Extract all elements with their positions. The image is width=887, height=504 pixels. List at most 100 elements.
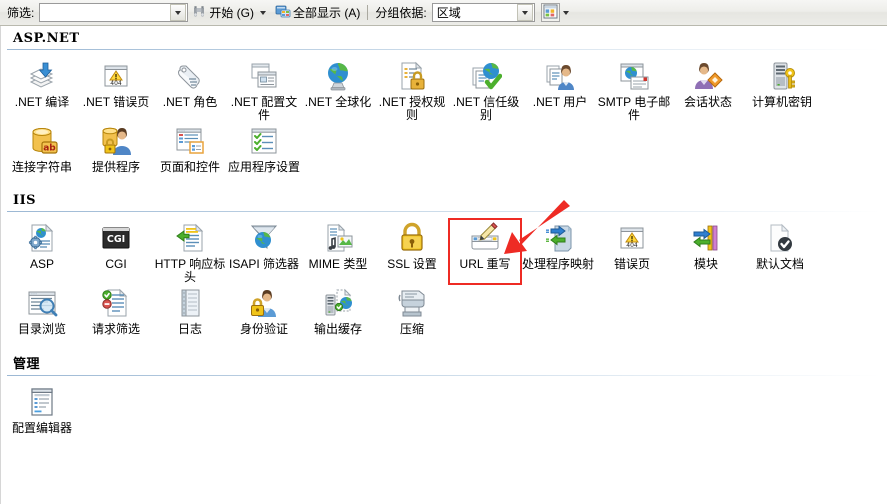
group-by-value[interactable]: 区域 bbox=[433, 4, 517, 21]
tile-label: 提供程序 bbox=[91, 160, 140, 174]
net-trust-levels-icon bbox=[469, 59, 503, 93]
error-pages-icon: 404 bbox=[615, 221, 649, 255]
group-by-combo[interactable]: 区域 bbox=[431, 3, 535, 22]
tile-authentication[interactable]: 身份验证 bbox=[227, 284, 301, 336]
tile-net-authorization-rules[interactable]: .NET 授权规则 bbox=[375, 57, 449, 122]
tile-net-globalization[interactable]: .NET 全球化 bbox=[301, 57, 375, 122]
connection-strings-icon: ab bbox=[25, 124, 59, 158]
tile-label: 连接字符串 bbox=[11, 160, 72, 174]
group-iis-title: IIS bbox=[13, 193, 37, 208]
tile-label: 压缩 bbox=[399, 322, 424, 336]
tile-compression[interactable]: 压缩 bbox=[375, 284, 449, 336]
tile-net-users[interactable]: .NET 用户 bbox=[523, 57, 597, 122]
svg-text:ab: ab bbox=[43, 144, 56, 154]
go-button[interactable]: 开始 (G) bbox=[188, 3, 257, 23]
tile-http-response-headers[interactable]: HTTP 响应标头 bbox=[153, 219, 227, 284]
ssl-settings-icon bbox=[395, 221, 429, 255]
tile-label: .NET 用户 bbox=[532, 95, 588, 109]
tile-error-pages[interactable]: 404 错误页 bbox=[595, 219, 669, 284]
net-users-icon bbox=[543, 59, 577, 93]
group-by-dropdown-button[interactable] bbox=[516, 4, 533, 21]
go-split-dropdown[interactable] bbox=[257, 10, 272, 15]
machine-key-icon bbox=[765, 59, 799, 93]
handler-mappings-icon bbox=[541, 221, 575, 255]
tile-pages-and-controls[interactable]: 页面和控件 bbox=[153, 122, 227, 174]
tile-label: .NET 配置文件 bbox=[230, 95, 298, 122]
configuration-editor-icon bbox=[25, 385, 59, 419]
tile-url-rewrite[interactable]: URL 重写 bbox=[448, 218, 522, 285]
group-aspnet-tiles: .NET 编译 404 .NET 错误页 .NET 角色 .NET 配置文件 .… bbox=[1, 50, 887, 178]
net-authorization-rules-icon bbox=[395, 59, 429, 93]
view-mode-dropdown[interactable] bbox=[560, 10, 575, 15]
chevron-down-icon bbox=[260, 10, 267, 15]
group-aspnet: ASP.NET .NET 编译 404 .NET 错误页 .NET 角色 .NE… bbox=[1, 26, 887, 178]
tile-mime-types[interactable]: MIME 类型 bbox=[301, 219, 375, 284]
tile-label: CGI bbox=[105, 257, 127, 271]
tile-label: 处理程序映射 bbox=[521, 257, 594, 271]
tile-label: .NET 信任级别 bbox=[452, 95, 520, 122]
tile-net-trust-levels[interactable]: .NET 信任级别 bbox=[449, 57, 523, 122]
providers-icon bbox=[99, 124, 133, 158]
tile-label: SSL 设置 bbox=[387, 257, 437, 271]
binoculars-icon bbox=[191, 3, 207, 22]
tile-label: 目录浏览 bbox=[17, 322, 66, 336]
tile-label: 配置编辑器 bbox=[11, 421, 72, 435]
tile-net-error-pages[interactable]: 404 .NET 错误页 bbox=[79, 57, 153, 122]
tile-connection-strings[interactable]: ab 连接字符串 bbox=[5, 122, 79, 174]
tile-smtp-email[interactable]: SMTP 电子邮件 bbox=[597, 57, 671, 122]
tile-output-caching[interactable]: 输出缓存 bbox=[301, 284, 375, 336]
tile-label: 身份验证 bbox=[239, 322, 288, 336]
group-management: 管理 配置编辑器 bbox=[1, 348, 887, 439]
tile-label: .NET 全球化 bbox=[304, 95, 372, 109]
show-all-button[interactable]: 全部显示 (A) bbox=[272, 3, 363, 23]
tile-default-document[interactable]: 默认文档 bbox=[743, 219, 817, 284]
tile-modules[interactable]: 模块 bbox=[669, 219, 743, 284]
tile-cgi[interactable]: CGI CGI bbox=[79, 219, 153, 284]
asp-icon bbox=[25, 221, 59, 255]
tile-label: 页面和控件 bbox=[159, 160, 220, 174]
tile-label: 默认文档 bbox=[755, 257, 804, 271]
filter-input-combo[interactable] bbox=[39, 3, 189, 22]
tile-machine-key[interactable]: 计算机密钥 bbox=[745, 57, 819, 122]
filter-dropdown-button[interactable] bbox=[170, 4, 187, 21]
view-mode-button[interactable] bbox=[540, 3, 560, 22]
tile-net-profile[interactable]: .NET 配置文件 bbox=[227, 57, 301, 122]
filter-label: 筛选: bbox=[7, 6, 35, 20]
tile-handler-mappings[interactable]: 处理程序映射 bbox=[521, 219, 595, 284]
tile-directory-browsing[interactable]: 目录浏览 bbox=[5, 284, 79, 336]
tile-isapi-filters[interactable]: ISAPI 筛选器 bbox=[227, 219, 301, 284]
tile-label: URL 重写 bbox=[459, 257, 511, 271]
tile-session-state[interactable]: 会话状态 bbox=[671, 57, 745, 122]
tile-label: 模块 bbox=[693, 257, 718, 271]
compression-icon bbox=[395, 286, 429, 320]
tile-application-settings[interactable]: 应用程序设置 bbox=[227, 122, 301, 174]
request-filtering-icon bbox=[99, 286, 133, 320]
tile-configuration-editor[interactable]: 配置编辑器 bbox=[5, 383, 79, 435]
show-all-button-label: 全部显示 (A) bbox=[293, 6, 361, 20]
tile-net-compilation[interactable]: .NET 编译 bbox=[5, 57, 79, 122]
tile-label: .NET 授权规则 bbox=[378, 95, 446, 122]
chevron-down-icon bbox=[521, 10, 528, 15]
tile-logging[interactable]: 日志 bbox=[153, 284, 227, 336]
tile-label: .NET 角色 bbox=[162, 95, 218, 109]
filter-toolbar: 筛选: 开始 (G) 全部显示 (A) 分组依据: 区域 bbox=[0, 0, 887, 26]
pages-and-controls-icon bbox=[173, 124, 207, 158]
tile-asp[interactable]: ASP bbox=[5, 219, 79, 284]
show-all-icon bbox=[275, 3, 291, 22]
tile-label: 输出缓存 bbox=[313, 322, 362, 336]
go-button-label: 开始 (G) bbox=[209, 6, 255, 20]
tile-ssl-settings[interactable]: SSL 设置 bbox=[375, 219, 449, 284]
url-rewrite-icon bbox=[468, 221, 502, 255]
tile-providers[interactable]: 提供程序 bbox=[79, 122, 153, 174]
tile-label: HTTP 响应标头 bbox=[154, 257, 226, 284]
net-profile-icon bbox=[247, 59, 281, 93]
isapi-filters-icon bbox=[247, 221, 281, 255]
tile-label: .NET 编译 bbox=[14, 95, 70, 109]
features-view: ASP.NET .NET 编译 404 .NET 错误页 .NET 角色 .NE… bbox=[0, 26, 887, 504]
group-management-tiles: 配置编辑器 bbox=[1, 376, 887, 439]
cgi-icon: CGI bbox=[99, 221, 133, 255]
application-settings-icon bbox=[247, 124, 281, 158]
tile-request-filtering[interactable]: 请求筛选 bbox=[79, 284, 153, 336]
tile-net-roles[interactable]: .NET 角色 bbox=[153, 57, 227, 122]
svg-text:CGI: CGI bbox=[107, 234, 125, 245]
